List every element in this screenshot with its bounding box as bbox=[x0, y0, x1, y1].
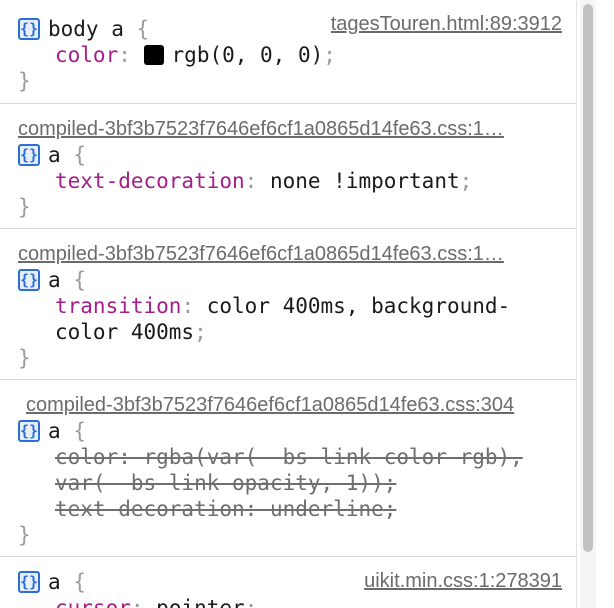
rule-source-link[interactable]: uikit.min.css:1:278391 bbox=[364, 570, 562, 593]
rule-selector-line: {} a { bbox=[18, 142, 576, 168]
declaration-property[interactable]: cursor bbox=[55, 596, 131, 608]
close-brace: } bbox=[18, 195, 31, 219]
declaration-value[interactable]: rgba(var(--bs-link-color-rgb), bbox=[144, 445, 523, 469]
declaration-value[interactable]: pointer bbox=[156, 596, 245, 608]
colon: : bbox=[130, 596, 144, 608]
declaration: transition: color 400ms, background- bbox=[18, 293, 576, 319]
declaration-value[interactable]: color 400ms, background- bbox=[207, 294, 510, 318]
css-rule: tagesTouren.html:89:3912 {} body a { col… bbox=[0, 0, 576, 104]
declaration-property[interactable]: transition bbox=[55, 294, 181, 318]
css-rule: compiled-3bf3b7523f7646ef6cf1a0865d14fe6… bbox=[0, 229, 576, 380]
rule-selector[interactable]: body a bbox=[48, 16, 124, 42]
declaration-property[interactable]: color bbox=[55, 43, 118, 67]
semicolon: ; bbox=[323, 43, 336, 67]
overridden-declaration-continuation: var(--bs-link-opacity, 1)); bbox=[18, 470, 576, 496]
rule-selector[interactable]: a bbox=[48, 569, 61, 595]
declaration-property[interactable]: color bbox=[55, 445, 118, 469]
close-brace: } bbox=[18, 69, 31, 93]
scrollbar-thumb[interactable] bbox=[583, 4, 593, 552]
declaration: text-decoration: none !important; bbox=[18, 168, 576, 194]
rule-badge-icon[interactable]: {} bbox=[18, 269, 40, 291]
close-brace: } bbox=[18, 523, 31, 547]
semicolon: ; bbox=[383, 497, 397, 521]
semicolon: ; bbox=[459, 169, 473, 193]
declaration: cursor: pointer; bbox=[18, 595, 576, 608]
open-brace: { bbox=[73, 419, 86, 443]
overridden-declaration: color: rgba(var(--bs-link-color-rgb), bbox=[18, 444, 576, 470]
rule-badge-icon[interactable]: {} bbox=[18, 571, 40, 593]
rule-selector[interactable]: a bbox=[48, 418, 61, 444]
colon: : bbox=[244, 169, 258, 193]
colon: : bbox=[181, 294, 195, 318]
open-brace: { bbox=[73, 570, 86, 594]
colon: : bbox=[118, 445, 131, 469]
css-rule: compiled-3bf3b7523f7646ef6cf1a0865d14fe6… bbox=[0, 104, 576, 229]
rule-selector[interactable]: a bbox=[48, 142, 61, 168]
open-brace: { bbox=[73, 143, 86, 167]
rule-source-link[interactable]: compiled-3bf3b7523f7646ef6cf1a0865d14fe6… bbox=[18, 104, 558, 142]
rule-badge-icon[interactable]: {} bbox=[18, 18, 40, 40]
semicolon: ; bbox=[244, 596, 258, 608]
rule-source-link[interactable]: compiled-3bf3b7523f7646ef6cf1a0865d14fe6… bbox=[18, 229, 558, 267]
declaration-value[interactable]: rgb(0, 0, 0) bbox=[172, 43, 324, 67]
open-brace: { bbox=[136, 17, 150, 41]
rule-source-link[interactable]: compiled-3bf3b7523f7646ef6cf1a0865d14fe6… bbox=[26, 380, 561, 418]
declaration-value[interactable]: underline bbox=[270, 497, 384, 521]
css-rule: uikit.min.css:1:278391 {} a { cursor: po… bbox=[0, 557, 576, 608]
colon: : bbox=[118, 43, 131, 67]
rule-badge-icon[interactable]: {} bbox=[18, 144, 40, 166]
rule-selector[interactable]: a bbox=[48, 267, 61, 293]
close-brace: } bbox=[18, 346, 31, 370]
declaration-value[interactable]: none !important bbox=[270, 169, 460, 193]
css-rule: compiled-3bf3b7523f7646ef6cf1a0865d14fe6… bbox=[0, 380, 576, 557]
rule-source-link[interactable]: tagesTouren.html:89:3912 bbox=[331, 13, 562, 36]
color-swatch-icon[interactable] bbox=[143, 45, 164, 65]
overridden-declaration: text-decoration: underline; bbox=[18, 496, 576, 522]
colon: : bbox=[244, 497, 258, 521]
styles-panel: tagesTouren.html:89:3912 {} body a { col… bbox=[0, 0, 577, 608]
declaration-value[interactable]: color 400ms bbox=[55, 320, 194, 344]
rule-badge-icon[interactable]: {} bbox=[18, 420, 40, 442]
declaration-property[interactable]: text-decoration bbox=[55, 169, 245, 193]
semicolon: ; bbox=[194, 320, 207, 344]
declaration-value[interactable]: var(--bs-link-opacity, 1)) bbox=[55, 471, 384, 495]
declaration: color: rgb(0, 0, 0); bbox=[18, 42, 576, 68]
rule-selector-line: {} a { bbox=[18, 267, 576, 293]
open-brace: { bbox=[73, 268, 86, 292]
semicolon: ; bbox=[383, 471, 397, 495]
declaration-continuation: color 400ms; bbox=[18, 319, 576, 345]
rule-selector-line: {} a { bbox=[18, 418, 576, 444]
declaration-property[interactable]: text-decoration bbox=[55, 497, 245, 521]
